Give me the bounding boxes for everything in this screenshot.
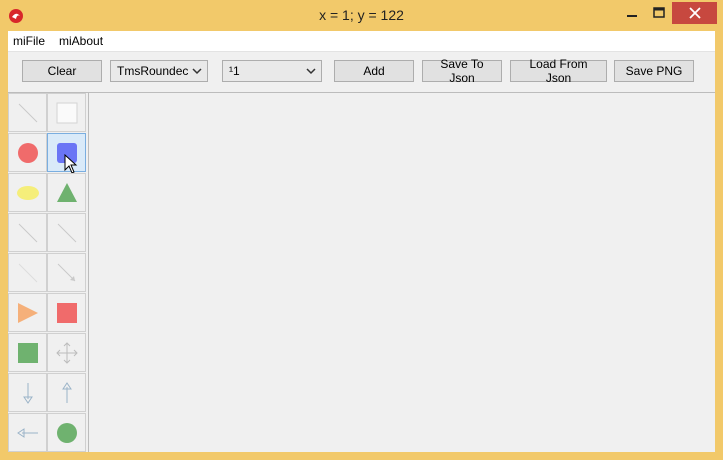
client-area: miFile miAbout Clear TmsRoundec ¹1 Add S… (8, 31, 715, 452)
palette-up-arrow-tool[interactable] (47, 373, 86, 412)
maximize-icon (653, 7, 665, 18)
minimize-icon (627, 15, 637, 17)
menu-bar: miFile miAbout (8, 31, 715, 52)
red-square-icon (56, 302, 77, 323)
palette-rectangle-tool[interactable] (47, 93, 86, 132)
line-icon (18, 263, 37, 282)
palette-red-square-tool[interactable] (47, 293, 86, 332)
chevron-down-icon (306, 68, 316, 75)
title-bar: x = 1; y = 122 (0, 0, 723, 31)
palette-line-tool-3[interactable] (47, 213, 86, 252)
mouse-pointer-icon (64, 154, 78, 174)
palette-left-arrow-tool[interactable] (8, 413, 47, 452)
blank-rect-icon (56, 102, 77, 123)
palette-green-square-tool[interactable] (8, 333, 47, 372)
load-from-json-button[interactable]: Load From Json (510, 57, 607, 85)
yellow-ellipse-icon (16, 185, 39, 200)
palette-move-tool[interactable] (47, 333, 86, 372)
green-circle-icon (56, 422, 77, 443)
arrow-up-icon (61, 381, 72, 403)
menu-about[interactable]: miAbout (59, 34, 103, 48)
maximize-button[interactable] (645, 2, 673, 24)
close-icon (688, 7, 701, 19)
palette-circle-tool[interactable] (8, 133, 47, 172)
arrow-line-icon (57, 263, 75, 281)
shape-type-value: TmsRoundec (117, 64, 189, 78)
move-icon (55, 341, 78, 364)
orange-triangle-icon (17, 302, 38, 323)
add-button[interactable]: Add (334, 60, 414, 82)
line-width-combo[interactable]: ¹1 (222, 60, 322, 82)
palette-green-circle-tool[interactable] (47, 413, 86, 452)
palette-play-triangle-tool[interactable] (8, 293, 47, 332)
palette-ellipse-tool[interactable] (8, 173, 47, 212)
clear-button[interactable]: Clear (22, 60, 102, 82)
arrow-down-icon (22, 382, 33, 404)
menu-file[interactable]: miFile (13, 34, 45, 48)
palette-rounded-rect-tool[interactable] (47, 133, 86, 174)
save-png-button[interactable]: Save PNG (614, 60, 694, 82)
palette-line-tool-2[interactable] (8, 213, 47, 252)
red-circle-icon (17, 142, 38, 163)
window-title: x = 1; y = 122 (319, 7, 404, 23)
line-icon (18, 103, 37, 122)
green-square-icon (17, 342, 38, 363)
palette-arrow-line-tool[interactable] (47, 253, 86, 292)
palette-down-arrow-tool[interactable] (8, 373, 47, 412)
minimize-button[interactable] (618, 2, 646, 24)
palette-line-tool-4[interactable] (8, 253, 47, 292)
app-window: x = 1; y = 122 miFile miAbout Clear TmsR… (0, 0, 723, 460)
chevron-down-icon (192, 68, 202, 75)
save-to-json-button[interactable]: Save To Json (422, 57, 502, 85)
drawing-canvas[interactable] (89, 93, 715, 452)
toolbar: Clear TmsRoundec ¹1 Add Save To Json Loa… (8, 52, 715, 93)
arrow-left-icon (16, 427, 38, 438)
palette-triangle-tool[interactable] (47, 173, 86, 212)
green-triangle-icon (56, 182, 77, 202)
palette-line-tool[interactable] (8, 93, 47, 132)
line-width-value: ¹1 (229, 64, 240, 78)
tool-palette (8, 93, 89, 452)
shape-type-combo[interactable]: TmsRoundec (110, 60, 208, 82)
close-button[interactable] (672, 2, 717, 24)
line-icon (18, 223, 37, 242)
line-icon (57, 223, 76, 242)
